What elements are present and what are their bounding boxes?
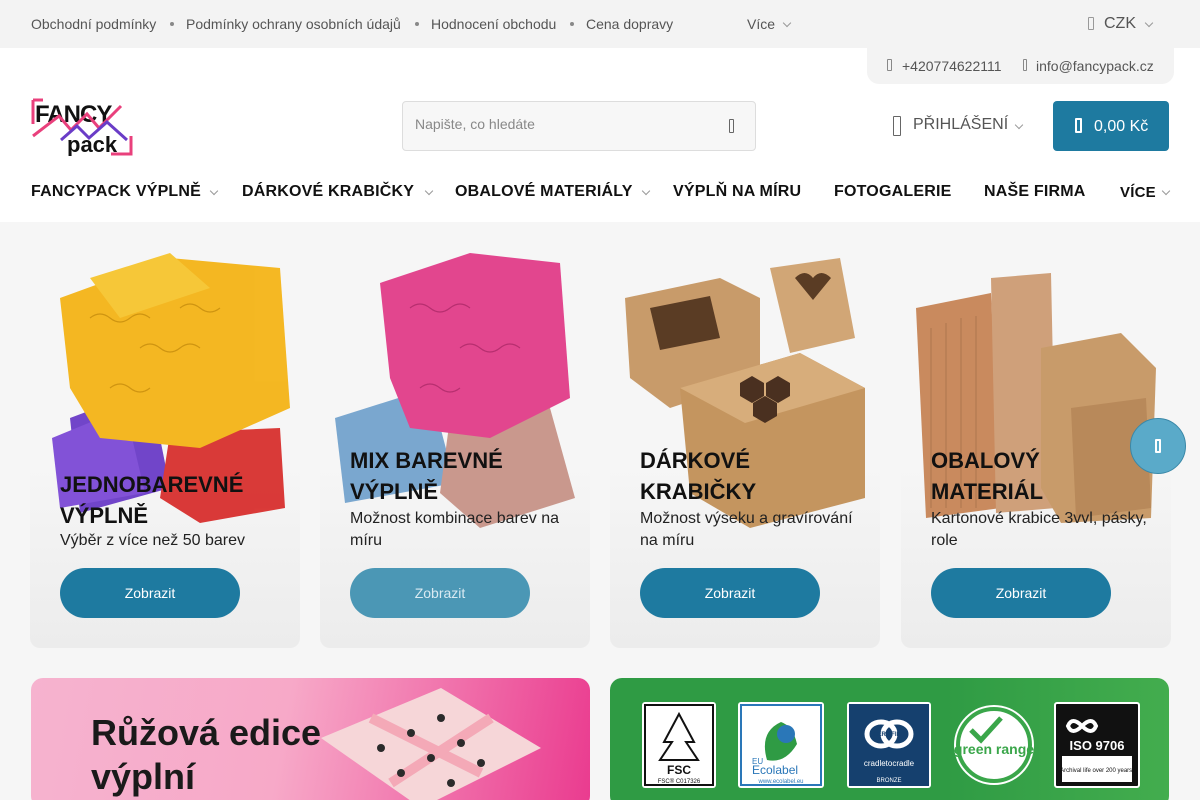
certifications-banner[interactable]: FSC FSC® C017326 EU Ecolabel www.ecolabe… <box>610 678 1169 800</box>
chevron-down-icon <box>782 18 792 28</box>
fsc-logo: FSC FSC® C017326 <box>642 702 716 788</box>
search-icon[interactable] <box>729 119 734 133</box>
c2c-name: cradletocradle <box>864 759 915 768</box>
card-subtitle: Možnost kombinace barev na míru <box>350 510 559 549</box>
separator-dot <box>415 22 419 26</box>
currency-selector[interactable]: CZK <box>1104 15 1136 33</box>
mail-icon <box>1023 59 1027 71</box>
cart-button[interactable]: 0,00 Kč <box>1053 101 1169 151</box>
card-subtitle: Možnost výseku a gravírování na míru <box>640 510 853 549</box>
nav-packaging-materials[interactable]: OBALOVÉ MATERIÁLY <box>455 183 633 201</box>
fsc-text: FSC <box>667 763 691 777</box>
link-terms[interactable]: Obchodní podmínky <box>31 16 156 32</box>
show-button[interactable]: Zobrazit <box>931 568 1111 618</box>
nav-fancypack-fillers[interactable]: FANCYPACK VÝPLNĚ <box>31 183 201 201</box>
show-button[interactable]: Zobrazit <box>60 568 240 618</box>
fsc-code: FSC® C017326 <box>658 778 701 785</box>
user-icon <box>893 116 901 136</box>
chevron-down-icon <box>1144 18 1154 28</box>
nav-more[interactable]: VÍCE <box>1120 184 1156 201</box>
iso-title: ISO 9706 <box>1070 738 1125 753</box>
fancypack-logo[interactable]: FANCY pack <box>31 96 133 157</box>
category-card-single-color-fillers[interactable]: JEDNOBAREVNÉ VÝPLNĚ Výběr z více než 50 … <box>30 238 300 648</box>
nav-photo-gallery[interactable]: FOTOGALERIE <box>834 183 951 201</box>
pink-edition-banner[interactable]: Růžová edice výplní <box>31 678 590 800</box>
ecolabel-url: www.ecolabel.eu <box>757 779 803 785</box>
eu-ecolabel-logo: EU Ecolabel www.ecolabel.eu <box>738 702 824 788</box>
cradle-to-cradle-logo: CERTIFIED cradletocradle BRONZE <box>847 702 931 788</box>
cart-total: 0,00 Kč <box>1094 118 1149 135</box>
logo-wordmark-pack: pack <box>67 132 118 156</box>
search-input[interactable] <box>415 116 715 132</box>
contact-phone[interactable]: +420774622111 <box>902 58 1002 74</box>
contact-email[interactable]: info@fancypack.cz <box>1036 58 1154 74</box>
category-card-mix-color-fillers[interactable]: MIX BAREVNÉ VÝPLNĚ Možnost kombinace bar… <box>320 238 590 648</box>
banner-title: Růžová edice výplní <box>91 712 322 797</box>
separator-dot <box>570 22 574 26</box>
show-button[interactable]: Zobrazit <box>350 568 530 618</box>
top-more-button[interactable]: Více <box>747 16 775 32</box>
card-subtitle: Výběr z více než 50 barev <box>60 532 245 549</box>
green-range-logo: green range <box>951 700 1037 790</box>
iso-text: Archival life over 200 years. <box>1060 768 1134 774</box>
link-reviews[interactable]: Hodnocení obchodu <box>431 16 556 32</box>
cart-icon <box>1075 118 1082 133</box>
login-button[interactable]: PŘIHLÁŠENÍ <box>913 116 1008 134</box>
floating-action-button[interactable] <box>1130 418 1186 474</box>
c2c-level: BRONZE <box>876 778 901 784</box>
search-box <box>402 101 756 151</box>
green-range-text: green range <box>954 741 1034 757</box>
ecolabel-text: Ecolabel <box>752 763 798 777</box>
iso-9706-logo: ISO 9706 Archival life over 200 years. <box>1054 702 1140 788</box>
card-subtitle: Kartonové krabice 3vvl, pásky, role <box>931 510 1147 549</box>
c2c-certified: CERTIFIED <box>873 732 905 738</box>
phone-icon <box>887 59 892 71</box>
card-title: OBALOVÝ MATERIÁL <box>931 448 1044 504</box>
nav-custom-filler[interactable]: VÝPLŇ NA MÍRU <box>673 183 801 201</box>
link-shipping-price[interactable]: Cena dopravy <box>586 16 673 32</box>
card-title: MIX BAREVNÉ VÝPLNĚ <box>350 448 503 504</box>
separator-dot <box>170 22 174 26</box>
category-card-gift-boxes[interactable]: DÁRKOVÉ KRABIČKY Možnost výseku a gravír… <box>610 238 880 648</box>
nav-our-company[interactable]: NAŠE FIRMA <box>984 183 1086 201</box>
nav-gift-boxes[interactable]: DÁRKOVÉ KRABIČKY <box>242 183 414 201</box>
link-privacy[interactable]: Podmínky ochrany osobních údajů <box>186 16 401 32</box>
show-button[interactable]: Zobrazit <box>640 568 820 618</box>
card-title: DÁRKOVÉ KRABIČKY <box>640 448 757 504</box>
card-title: JEDNOBAREVNÉ VÝPLNĚ <box>60 472 244 528</box>
chat-icon <box>1155 439 1161 453</box>
top-utility-bar: Obchodní podmínky Podmínky ochrany osobn… <box>0 0 1200 48</box>
currency-icon <box>1088 17 1094 30</box>
